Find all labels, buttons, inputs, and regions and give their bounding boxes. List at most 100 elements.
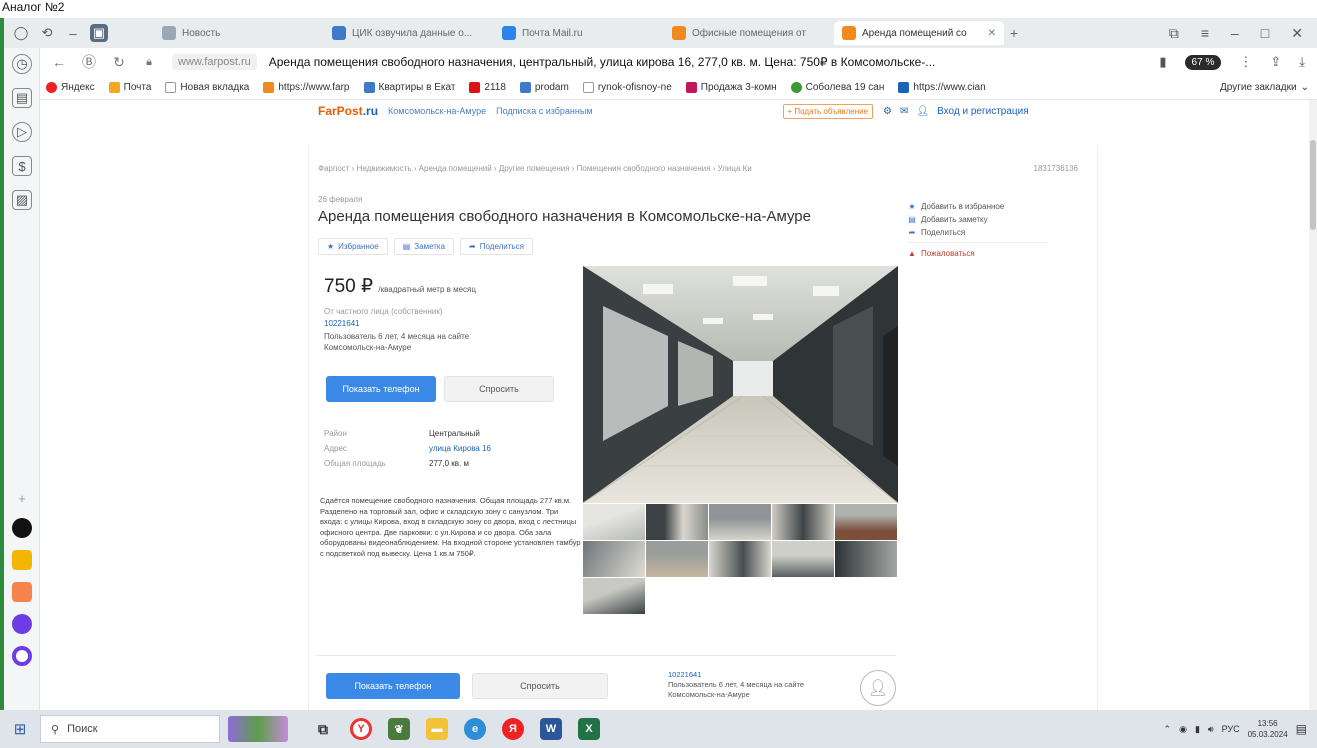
close-tab-icon[interactable]: ✕ [988,28,996,39]
media-icon[interactable]: ▷ [12,122,32,142]
app-alice-icon[interactable] [12,614,32,634]
user-icon[interactable]: 👤︎ [916,106,929,117]
bookmark-item[interactable]: rynok-ofisnoy-ne [582,82,672,93]
tab-cik[interactable]: ЦИК озвучила данные о... [324,21,494,45]
tab-mail[interactable]: Почта Mail.ru [494,21,664,45]
notes-icon[interactable]: ▤ [12,88,32,108]
farpost-logo[interactable]: FarPost.ru [318,104,378,118]
thumbnail[interactable] [583,578,645,614]
notifications-icon[interactable]: ▤ [1296,722,1307,736]
bookmark-item[interactable]: Продажа 3-комн [685,82,777,93]
tab-rent-active[interactable]: Аренда помещений со ✕ [834,21,1004,45]
thumbnail[interactable] [835,504,897,540]
login-link[interactable]: Вход и регистрация [937,106,1029,117]
file-explorer-icon[interactable]: ▬ [426,718,448,740]
bookmark-item[interactable]: Яндекс [46,82,95,93]
tray-expand-icon[interactable]: ⌃ [1164,724,1172,735]
bookmark-item[interactable]: Соболева 19 сан [790,82,884,93]
url-domain[interactable]: www.farpost.ru [172,54,257,70]
thumbnail[interactable] [709,541,771,577]
new-tab-icon[interactable]: + [1004,23,1024,43]
edge-icon[interactable]: e [464,718,486,740]
show-phone-button[interactable]: Показать телефон [326,376,436,402]
image-icon[interactable]: ▨ [12,190,32,210]
settings-icon[interactable]: ⚙ [883,106,892,117]
network-icon[interactable]: ▮ [1195,724,1200,735]
thumbnail[interactable] [646,541,708,577]
tab-group-icon[interactable]: ▣ [90,24,108,42]
seller-id-link[interactable]: 10221641 [324,319,360,328]
thumbnail[interactable] [709,504,771,540]
share-button[interactable]: ➦ Поделиться [460,238,533,255]
thumbnail[interactable] [646,504,708,540]
bookmark-item[interactable]: Почта [108,82,151,93]
reload-icon[interactable]: ↻ [108,54,130,71]
app-wave-icon[interactable] [12,550,32,570]
page-scrollbar[interactable] [1309,100,1317,710]
bottom-seller-id[interactable]: 10221641 [668,670,838,680]
bookmark-window-icon[interactable]: ⧉ [1169,25,1179,42]
windows-start-icon[interactable]: ⊞ [0,720,40,738]
bottom-show-phone-button[interactable]: Показать телефон [326,673,460,699]
app-heart-icon[interactable] [12,582,32,602]
zoom-badge[interactable]: 67 % [1184,54,1222,70]
history-icon[interactable]: ⟲ [38,24,56,42]
bookmark-item[interactable]: https://www.cian [898,82,986,93]
profile-icon[interactable]: ◯ [12,24,30,42]
word-icon[interactable]: W [540,718,562,740]
language-indicator[interactable]: РУС [1222,724,1240,734]
report-link[interactable]: ▲ Пожаловаться [908,247,1048,260]
clock[interactable]: 13:56 05.03.2024 [1248,718,1288,740]
task-view-icon[interactable]: ⧉ [312,718,334,740]
add-note-link[interactable]: ▤ Добавить заметку [908,213,1048,226]
bookmark-item[interactable]: 2118 [469,82,506,93]
thumbnail[interactable] [583,541,645,577]
app-circle-icon[interactable] [12,518,32,538]
dollar-icon[interactable]: $ [12,156,32,176]
favorite-button[interactable]: ★ Избранное [318,238,388,255]
subscribe-link[interactable]: Подписка с избранным [496,106,592,116]
avatar[interactable]: 👤︎ [860,670,896,706]
extensions-icon[interactable]: ⋮ [1239,54,1252,70]
ask-button[interactable]: Спросить [444,376,554,402]
collapse-icon[interactable]: – [64,24,82,42]
bookmark-item[interactable]: https://www.farp [263,82,350,93]
bottom-ask-button[interactable]: Спросить [472,673,608,699]
bookmark-icon[interactable]: ▮ [1159,54,1166,70]
app-leaf-icon[interactable]: ❦ [388,718,410,740]
taskbar-search[interactable]: ⚲ Поиск [40,715,220,743]
bookmark-item[interactable]: prodam [519,82,569,93]
back-icon[interactable]: ← [48,54,70,70]
reader-icon[interactable]: Ⓑ [78,52,100,72]
share-icon[interactable]: ⇪ [1270,54,1281,70]
download-icon[interactable]: ⤓ [1299,54,1305,70]
address-link[interactable]: улица Кирова 16 [429,441,559,456]
app-ring-icon[interactable] [12,646,32,666]
tab-offices[interactable]: Офисные помещения от [664,21,834,45]
breadcrumb-path[interactable]: Фарпост › Недвижимость › Аренда помещени… [318,164,752,173]
main-photo[interactable] [583,266,898,503]
excel-icon[interactable]: X [578,718,600,740]
other-bookmarks[interactable]: Другие закладки ⌄ [1220,82,1317,93]
share-link[interactable]: ➦ Поделиться [908,226,1048,239]
search-highlight-image[interactable] [228,716,288,742]
messages-icon[interactable]: ✉ [900,106,908,117]
thumbnail[interactable] [772,504,834,540]
close-window-icon[interactable]: ✕ [1291,25,1303,42]
yandex-icon[interactable]: Я [502,718,524,740]
url-title[interactable]: Аренда помещения свободного назначения, … [269,55,1039,69]
menu-icon[interactable]: ≡ [1201,25,1209,42]
add-panel-icon[interactable]: + [12,488,32,508]
clock-icon[interactable]: ◷ [12,54,32,74]
thumbnail[interactable] [772,541,834,577]
add-favorite-link[interactable]: ★ Добавить в избранное [908,200,1048,213]
tray-app-icon[interactable]: ◉ [1179,724,1187,735]
city-selector[interactable]: Комсомольск-на-Амуре [388,106,486,116]
maximize-icon[interactable]: □ [1261,25,1269,42]
post-ad-button[interactable]: + Подать объявление [782,103,874,119]
volume-icon[interactable]: 🔊︎ [1208,724,1214,735]
bookmark-item[interactable]: Новая вкладка [165,82,249,93]
scrollbar-thumb[interactable] [1310,140,1316,230]
minimize-icon[interactable]: – [1231,25,1239,42]
tab-news[interactable]: Новость [154,21,324,45]
